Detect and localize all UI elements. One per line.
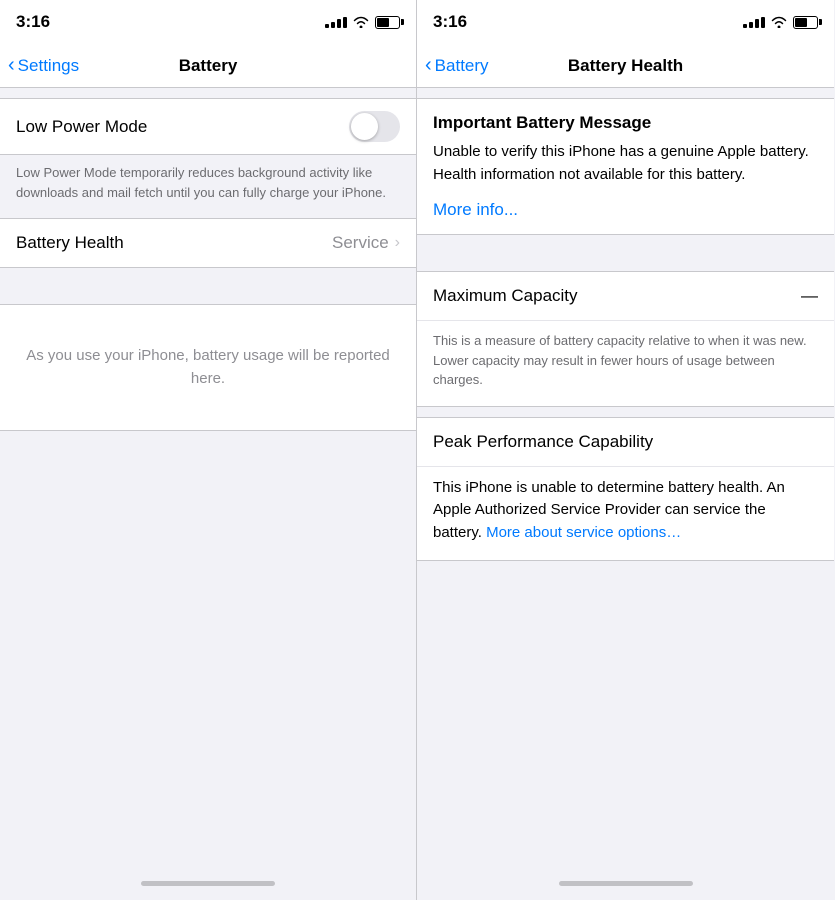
low-power-toggle[interactable] [349, 111, 400, 142]
back-chevron-right: ‹ [425, 54, 432, 77]
battery-health-chevron: › [395, 234, 400, 252]
low-power-description: Low Power Mode temporarily reduces backg… [16, 163, 400, 202]
home-bar-right [559, 881, 693, 886]
status-icons-left [325, 16, 400, 29]
low-power-label: Low Power Mode [16, 117, 349, 137]
wifi-icon-right [771, 16, 787, 28]
peak-performance-card: Peak Performance Capability This iPhone … [417, 417, 834, 562]
signal-icon-right [743, 17, 765, 28]
low-power-section: Low Power Mode [0, 98, 416, 155]
nav-bar-left: ‹ Settings Battery [0, 44, 416, 88]
important-message-card: Important Battery Message Unable to veri… [417, 98, 834, 235]
section-gap-2 [417, 235, 834, 271]
capacity-header: Maximum Capacity — [417, 272, 834, 321]
section-gap-3 [417, 407, 834, 417]
important-body: Unable to verify this iPhone has a genui… [433, 141, 818, 186]
maximum-capacity-card: Maximum Capacity — This is a measure of … [417, 271, 834, 407]
capacity-desc: This is a measure of battery capacity re… [417, 321, 834, 406]
content-left: Low Power Mode Low Power Mode temporaril… [0, 88, 416, 866]
content-right: Important Battery Message Unable to veri… [417, 88, 834, 866]
peak-title: Peak Performance Capability [433, 432, 653, 451]
more-info-link[interactable]: More info... [433, 200, 518, 219]
capacity-title: Maximum Capacity [433, 286, 801, 306]
low-power-row[interactable]: Low Power Mode [0, 99, 416, 154]
time-left: 3:16 [16, 12, 50, 32]
back-chevron-left: ‹ [8, 54, 15, 77]
important-title: Important Battery Message [433, 113, 818, 133]
status-icons-right [743, 16, 818, 29]
battery-health-section: Battery Health Service › [0, 218, 416, 268]
toggle-thumb [351, 113, 378, 140]
back-label-right: Battery [435, 56, 489, 76]
nav-bar-right: ‹ Battery Battery Health [417, 44, 834, 88]
signal-icon [325, 17, 347, 28]
low-power-description-card: Low Power Mode temporarily reduces backg… [0, 155, 416, 218]
back-button-right[interactable]: ‹ Battery [425, 55, 489, 77]
battery-icon-left [375, 16, 400, 29]
battery-health-row[interactable]: Battery Health Service › [0, 219, 416, 267]
peak-header: Peak Performance Capability [417, 418, 834, 467]
home-indicator-right [417, 866, 834, 900]
right-panel: 3:16 ‹ Battery Battery Health [417, 0, 834, 900]
peak-service-link[interactable]: More about service options… [486, 524, 681, 541]
battery-health-value: Service [332, 233, 389, 253]
usage-placeholder-card: As you use your iPhone, battery usage wi… [0, 304, 416, 431]
left-panel: 3:16 ‹ Settings Battery [0, 0, 417, 900]
battery-icon-right [793, 16, 818, 29]
usage-placeholder-text: As you use your iPhone, battery usage wi… [16, 345, 400, 390]
status-bar-left: 3:16 [0, 0, 416, 44]
back-button-left[interactable]: ‹ Settings [8, 55, 79, 77]
capacity-description-text: This is a measure of battery capacity re… [433, 331, 818, 390]
home-bar-left [141, 881, 275, 886]
status-bar-right: 3:16 [417, 0, 834, 44]
time-right: 3:16 [433, 12, 467, 32]
home-indicator-left [0, 866, 416, 900]
peak-desc: This iPhone is unable to determine batte… [417, 467, 834, 561]
back-label-left: Settings [18, 56, 79, 76]
capacity-dash: — [801, 286, 818, 306]
wifi-icon [353, 16, 369, 28]
nav-title-right: Battery Health [568, 56, 683, 76]
battery-health-label: Battery Health [16, 233, 332, 253]
nav-title-left: Battery [179, 56, 238, 76]
section-gap-1 [0, 268, 416, 304]
